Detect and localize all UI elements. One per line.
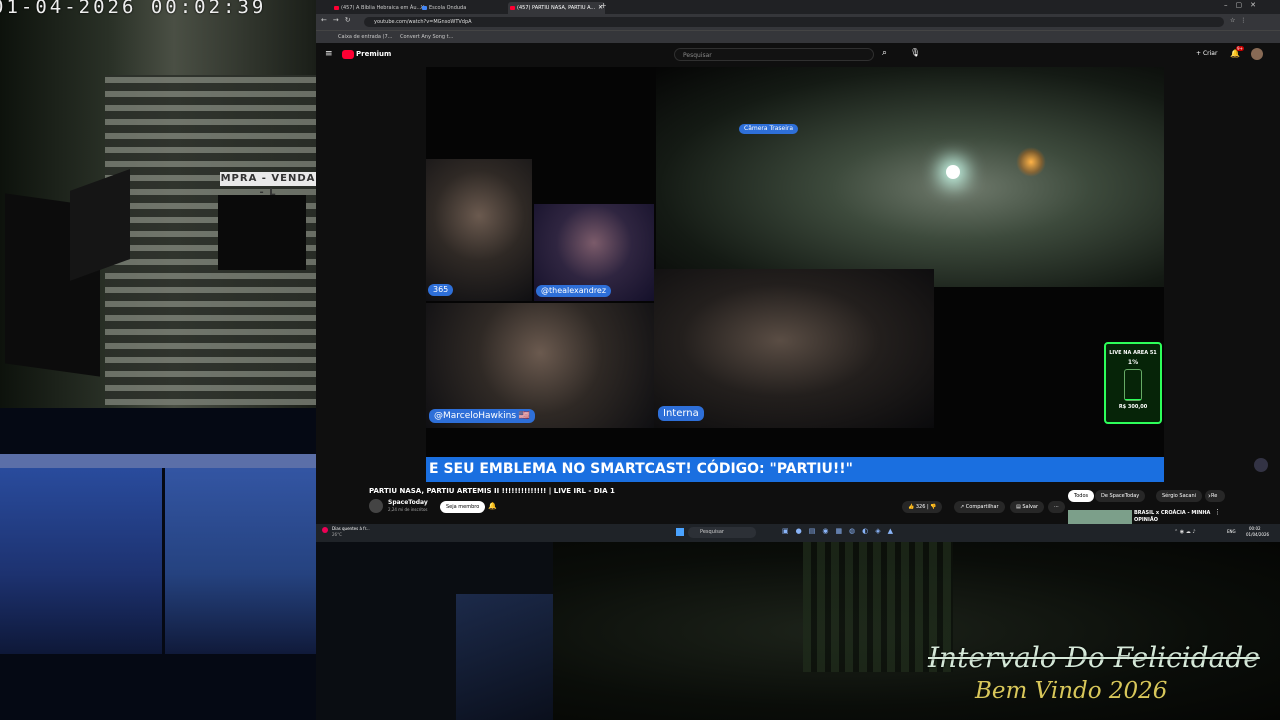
clock-time[interactable]: 00:02 [1249, 526, 1261, 531]
channel-avatar[interactable] [369, 499, 383, 513]
participant-cam [426, 159, 532, 301]
gauge-footer: R$ 300,00 [1118, 404, 1148, 410]
video-title: PARTIU NASA, PARTIU ARTEMIS II !!!!!!!!!… [369, 487, 615, 495]
taskbar-app-icons[interactable]: ▣●▤◉▦◍◐◈▲ [782, 527, 900, 535]
participant-tag: 365 [428, 284, 454, 296]
like-count: 326 [915, 504, 926, 510]
bookmark-item[interactable]: Convert Any Song t... [400, 31, 453, 43]
browser-tab[interactable]: (457) A Bíblia Hebraica em Áu... ✕ [332, 2, 427, 14]
premium-logo[interactable]: Premium [356, 50, 391, 58]
channel-watermark-icon[interactable] [1254, 458, 1268, 472]
youtube-icon [334, 6, 339, 10]
taskbar-search[interactable]: Pesquisar [688, 527, 756, 538]
nav-arrows-icon[interactable]: ←→↻ [321, 16, 357, 24]
browser-tab-active[interactable]: (457) PARTIU NASA, PARTIU A... ✕ [508, 2, 605, 14]
search-input[interactable]: Pesquisar [674, 48, 874, 61]
chip-topic[interactable]: Sérgio Sacani [1156, 490, 1203, 502]
join-button[interactable]: Seja membro [440, 501, 486, 513]
monitor-tabstrip [0, 454, 316, 468]
save-label: Salvar [1022, 504, 1039, 510]
gauge-title: LIVE NA AREA 51 [1109, 350, 1157, 356]
notification-badge: 9+ [1236, 46, 1244, 51]
bookmark-item[interactable]: Caixa de entrada (7... [338, 31, 392, 43]
more-button[interactable]: ⋯ [1048, 501, 1065, 513]
desk-camera-feed [0, 408, 316, 720]
chip-channel[interactable]: De SpaceToday [1095, 490, 1146, 502]
new-tab-icon[interactable]: + [600, 1, 607, 10]
extension-icons[interactable]: ☆⋮ [1230, 17, 1251, 24]
browser-tab[interactable]: Escola Onduda ✕ [420, 2, 515, 14]
url-input[interactable]: youtube.com/watch?v=MGnsoWTVdpA [364, 17, 1224, 27]
youtube-icon [510, 6, 515, 10]
tab-title: Escola Onduda [429, 5, 467, 11]
recommended-thumbnail[interactable] [1068, 510, 1132, 524]
participant-tag: @MarceloHawkins 🇺🇸 [429, 409, 536, 423]
menu-icon[interactable]: ≡ [325, 49, 333, 59]
channel-name[interactable]: SpaceToday [388, 499, 428, 506]
temperature: 26°C [332, 532, 342, 537]
clock-date[interactable]: 01/04/2026 [1246, 532, 1269, 537]
weather-icon [322, 527, 328, 533]
dim-monitor [456, 594, 553, 720]
site-icon [422, 6, 427, 10]
share-button[interactable]: ↗ Compartilhar [954, 501, 1005, 513]
security-camera-feed: MPRA - VENDA - L [0, 0, 316, 408]
interior-cam [654, 269, 934, 428]
youtube-logo-icon[interactable] [342, 50, 354, 59]
save-button[interactable]: ▤ Salvar [1010, 501, 1045, 513]
create-button[interactable]: + Criar [1196, 50, 1217, 57]
weather-text[interactable]: Dias quentes à fr... [332, 526, 370, 531]
gauge-value: 1% [1127, 359, 1139, 366]
create-label: Criar [1202, 50, 1218, 57]
progress-gauge: LIVE NA AREA 51 1% R$ 300,00 [1104, 342, 1162, 424]
gauge-fill [1125, 399, 1141, 400]
participant-tag: Interna [658, 406, 704, 421]
windows-taskbar: Dias quentes à fr... 26°C Pesquisar ▣●▤◉… [316, 524, 1280, 542]
gauge-bar [1124, 369, 1142, 401]
shop-sign: MPRA - VENDA - L [220, 172, 316, 198]
road-camera-feed [656, 67, 1164, 287]
start-icon[interactable] [676, 528, 684, 536]
like-button[interactable]: 👍 326 | 👎 [902, 501, 943, 513]
overlay-title: Intervalo Do Felicidade [928, 641, 1260, 674]
camera-label: Câmera Traseira [739, 124, 799, 134]
tab-bar: (457) A Bíblia Hebraica em Áu... ✕ Escol… [316, 0, 1280, 14]
youtube-header: ≡ Premium Pesquisar ⌕ 🎙 + Criar 🔔 9+ [316, 43, 1280, 67]
participant-tag: @thealexandrez [536, 285, 612, 297]
overlay-subtitle: Bem Vindo 2026 [975, 678, 1168, 704]
recommended-title[interactable]: BRASIL x CROÁCIA - MINHA OPINIÃO [1134, 510, 1224, 524]
wall-monitor [218, 195, 306, 270]
subscriber-count: 2,24 mi de inscritos [388, 507, 428, 512]
browser-window: (457) A Bíblia Hebraica em Áu... ✕ Escol… [316, 0, 1280, 542]
avatar[interactable] [1251, 48, 1263, 60]
tab-title: (457) PARTIU NASA, PARTIU A... [517, 5, 596, 11]
hallway-camera-feed [553, 542, 1280, 720]
bookmarks-bar: Caixa de entrada (7... Convert Any Song … [316, 30, 1280, 44]
headlight [946, 165, 960, 179]
search-icon[interactable]: ⌕ [882, 48, 887, 58]
video-player[interactable]: Câmera Traseira 365 @thealexandrez @Marc… [426, 67, 1164, 482]
room-camera-feed [316, 542, 553, 720]
tab-title: (457) A Bíblia Hebraica em Áu... [341, 5, 422, 11]
address-bar: ←→↻ youtube.com/watch?v=MGnsoWTVdpA ☆⋮ [316, 14, 1280, 30]
video-info: PARTIU NASA, PARTIU ARTEMIS II !!!!!!!!!… [316, 482, 1280, 524]
ticker-banner: E SEU EMBLEMA NO SMARTCAST! CÓDIGO: "PAR… [426, 457, 1164, 482]
more-vert-icon[interactable]: ⋮ [1214, 508, 1221, 516]
window-controls[interactable]: –▢✕ [1224, 1, 1264, 9]
chip-all[interactable]: Todos [1068, 490, 1095, 502]
mic-icon[interactable]: 🎙 [910, 48, 920, 57]
share-label: Compartilhar [965, 504, 999, 510]
left-monitor [0, 454, 162, 654]
right-monitor [165, 454, 316, 654]
language-indicator[interactable]: ENG [1227, 529, 1236, 534]
chevron-right-icon[interactable]: › [1208, 492, 1211, 500]
bell-icon[interactable]: 🔔 [488, 502, 497, 510]
camera-timestamp: 01-04-2026 00:02:39 [0, 0, 267, 18]
tray-icons[interactable]: ⌃ ◉ ☁ ♪ [1174, 529, 1196, 535]
street-light [1016, 147, 1046, 177]
